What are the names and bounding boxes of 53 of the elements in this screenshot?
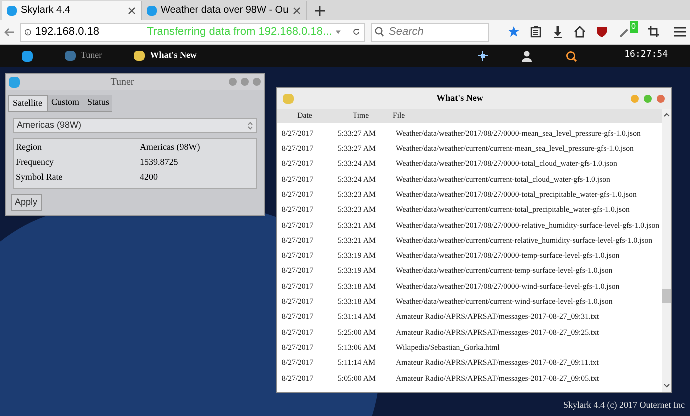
home-icon[interactable] <box>574 26 586 38</box>
page-icon <box>7 6 17 16</box>
new-tab-icon[interactable] <box>314 6 325 16</box>
app-bar-item[interactable]: What's New <box>134 49 197 63</box>
pen-icon[interactable] <box>618 26 630 38</box>
scroll-up-icon[interactable] <box>664 113 670 117</box>
star-icon[interactable] <box>508 26 520 38</box>
close-icon[interactable] <box>292 6 301 14</box>
download-icon[interactable] <box>552 26 564 38</box>
app-bar-item[interactable]: Tuner <box>65 49 102 63</box>
field-label: Region <box>16 140 43 154</box>
dropdown-icon[interactable] <box>336 30 342 34</box>
tuner-tab[interactable]: Status <box>84 95 114 111</box>
tuner-tab[interactable]: Satellite <box>8 95 48 111</box>
field-label: Symbol Rate <box>16 170 64 184</box>
field-value: Americas (98W) <box>140 140 200 154</box>
crop-icon[interactable] <box>648 26 660 38</box>
user-icon[interactable] <box>522 50 532 62</box>
address-bar[interactable]: 192.168.0.18 Transferring data from 192.168.0.18... <box>20 22 365 42</box>
field-value: 4200 <box>140 170 158 184</box>
crosshair-icon[interactable] <box>478 51 488 61</box>
shield-icon[interactable] <box>596 26 608 38</box>
tab-title: Skylark 4.4 <box>21 4 72 18</box>
scrollbar[interactable] <box>662 109 671 392</box>
field-value: 1539.8725 <box>140 156 178 169</box>
info-icon <box>25 28 32 36</box>
region-select[interactable]: Americas (98W) <box>13 118 257 133</box>
search-field[interactable]: Search <box>371 22 489 42</box>
window-title: What's New <box>436 92 484 105</box>
window-title: Tuner <box>110 76 136 90</box>
url-text: 192.168.0.18 <box>35 24 100 40</box>
reload-icon[interactable] <box>353 27 360 37</box>
apply-button[interactable]: Apply <box>11 194 42 212</box>
tuner-tab[interactable]: Custom <box>48 95 84 111</box>
field-label: Frequency <box>16 156 55 169</box>
status-text: Transferring data from 192.168.0.18... <box>147 24 332 40</box>
magnifier-icon[interactable] <box>566 50 577 62</box>
browser-tab[interactable]: Skylark 4.4 <box>2 1 142 20</box>
page-icon <box>147 6 157 16</box>
count-badge: 0 <box>630 21 638 33</box>
back-icon[interactable] <box>4 28 14 36</box>
search-icon <box>375 26 384 36</box>
app-logo-icon[interactable] <box>22 50 33 62</box>
close-button[interactable] <box>657 94 665 102</box>
tab-title: Weather data over 98W - Ou <box>161 4 289 18</box>
clock-text: 16:27:54 <box>624 49 668 62</box>
close-icon[interactable] <box>128 6 136 14</box>
spinner-icon <box>248 122 253 130</box>
menu-icon[interactable] <box>674 27 686 37</box>
scroll-thumb[interactable] <box>662 289 671 303</box>
footer-text: Skylark 4.4 (c) 2017 Outernet Inc <box>564 398 685 412</box>
clipboard-icon[interactable] <box>530 26 542 38</box>
scroll-down-icon[interactable] <box>664 384 670 388</box>
